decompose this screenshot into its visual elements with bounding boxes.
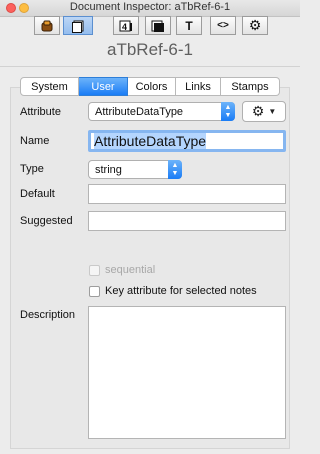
description-textarea[interactable] (88, 306, 286, 439)
popup-stepper-icon: ▲ ▼ (168, 160, 182, 179)
action-inspector-button[interactable]: <> (210, 16, 236, 35)
sequential-label: sequential (105, 264, 156, 276)
tab-stamps[interactable]: Stamps (221, 77, 280, 96)
svg-text:4: 4 (122, 22, 127, 32)
sequential-checkbox[interactable] (89, 265, 100, 276)
attribute-actions-button[interactable]: ⚙ ▼ (242, 101, 286, 122)
general-inspector-button[interactable] (34, 16, 60, 35)
title-bar: Document Inspector: aTbRef-6-1 (0, 0, 300, 17)
description-label: Description (20, 309, 76, 321)
quickstamp-inspector-button[interactable]: 4 (113, 16, 139, 35)
type-label: Type (20, 163, 44, 175)
quickstamp-icon: 4 (119, 20, 132, 32)
type-popup[interactable]: string ▲ ▼ (88, 160, 182, 179)
default-field[interactable] (88, 184, 286, 204)
appearance-icon (151, 20, 164, 32)
suggested-field[interactable] (88, 211, 286, 231)
general-icon (41, 20, 53, 31)
inspector-toolbar: 4 T <> ⚙ (0, 16, 300, 37)
text-inspector-button[interactable] (63, 16, 93, 35)
name-label: Name (20, 135, 50, 147)
settings-inspector-button[interactable]: ⚙ (242, 16, 268, 35)
gear-icon: ⚙ (251, 103, 265, 119)
divider (0, 66, 300, 67)
tab-colors[interactable]: Colors (128, 77, 176, 96)
t-letter-icon: T (185, 18, 193, 33)
default-label: Default (20, 188, 55, 200)
name-field-value: AttributeDataType (94, 133, 207, 149)
note-title: aTbRef-6-1 (107, 40, 193, 59)
text-page-icon (72, 20, 84, 33)
appearance-inspector-button[interactable] (145, 16, 171, 35)
tab-links[interactable]: Links (176, 77, 221, 96)
label-inspector-button[interactable]: T (176, 16, 202, 35)
popup-stepper-icon: ▲ ▼ (221, 102, 235, 121)
type-value: string (95, 163, 122, 176)
tab-user[interactable]: User (79, 77, 128, 96)
name-field[interactable]: AttributeDataType (88, 130, 286, 152)
chevron-down-icon: ▼ (268, 107, 277, 116)
attribute-value: AttributeDataType (95, 105, 184, 118)
attribute-popup[interactable]: AttributeDataType ▲ ▼ (88, 102, 235, 121)
tab-bar: System User Colors Links Stamps (20, 77, 280, 96)
key-attribute-label: Key attribute for selected notes (105, 285, 257, 297)
tab-system[interactable]: System (20, 77, 79, 96)
code-brackets-icon: <> (217, 20, 229, 31)
key-attribute-checkbox[interactable] (89, 286, 100, 297)
suggested-label: Suggested (20, 215, 73, 227)
attribute-label: Attribute (20, 106, 61, 118)
window-title: Document Inspector: aTbRef-6-1 (69, 1, 231, 13)
gear-icon: ⚙ (248, 17, 262, 33)
